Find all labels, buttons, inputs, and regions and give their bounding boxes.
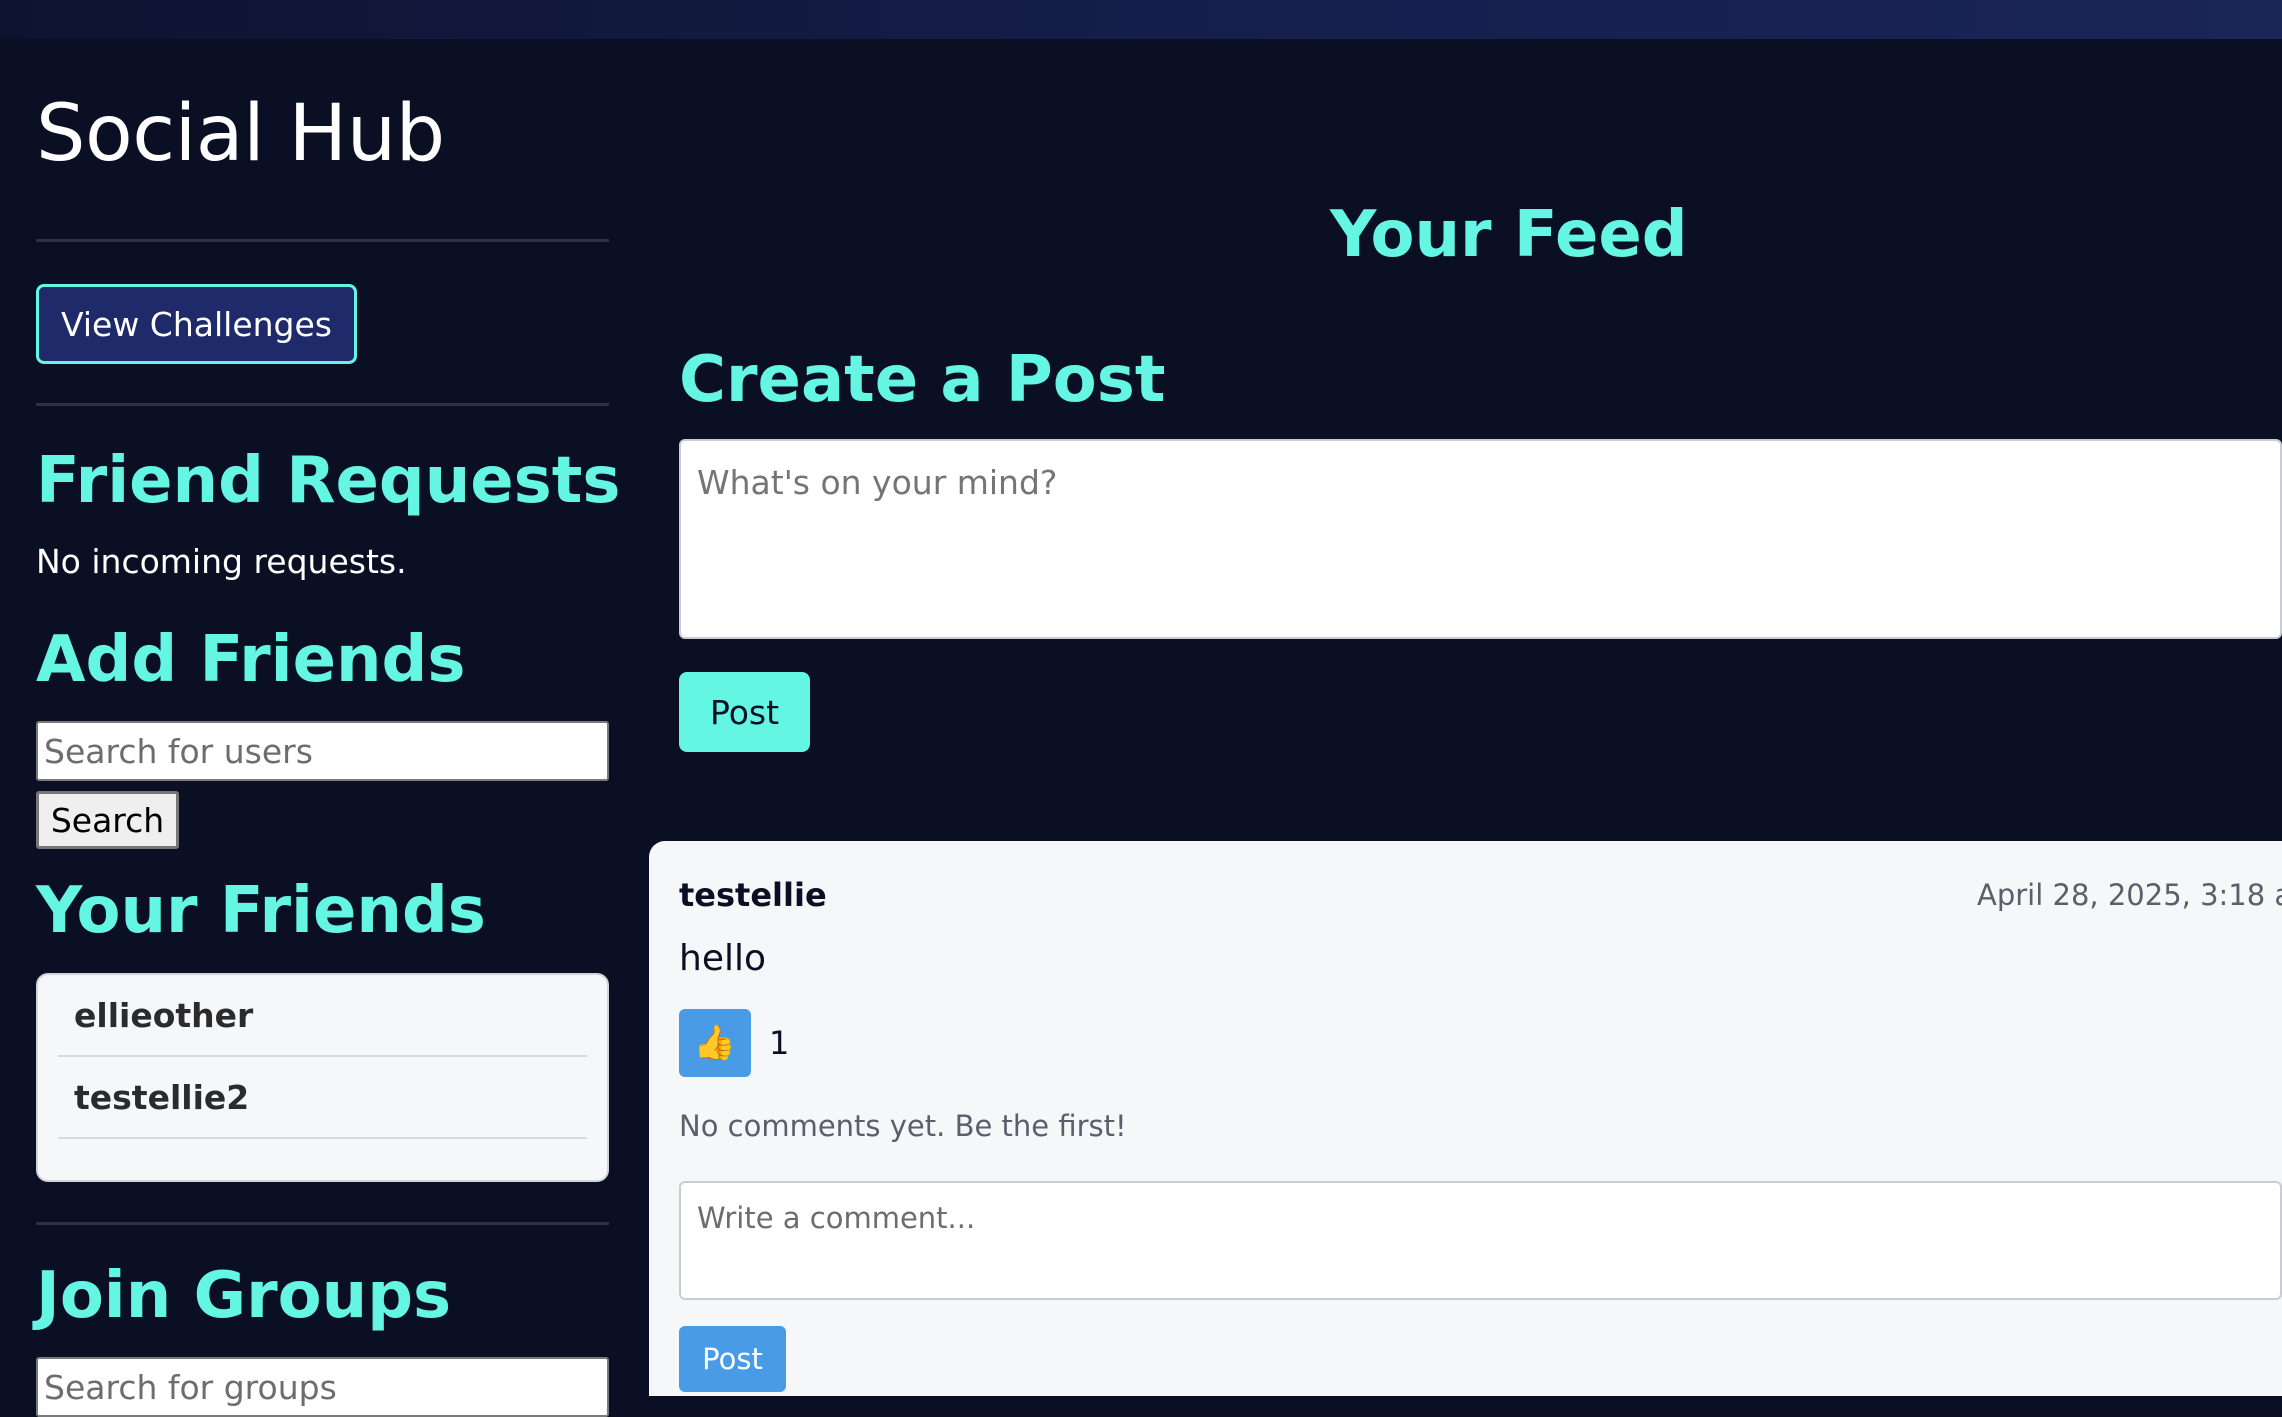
comment-post-button[interactable]: Post bbox=[679, 1326, 786, 1392]
your-friends-heading: Your Friends bbox=[36, 874, 486, 948]
like-count: 1 bbox=[769, 1024, 790, 1062]
divider bbox=[36, 1222, 609, 1225]
friend-requests-heading: Friend Requests bbox=[36, 444, 621, 518]
divider bbox=[36, 239, 609, 242]
top-bar bbox=[0, 0, 2282, 39]
create-post-button[interactable]: Post bbox=[679, 672, 810, 752]
divider bbox=[36, 403, 609, 406]
feed-title: Your Feed bbox=[1330, 198, 1688, 272]
no-comments-text: No comments yet. Be the first! bbox=[679, 1109, 1127, 1143]
view-challenges-button[interactable]: View Challenges bbox=[36, 284, 357, 364]
post-timestamp: April 28, 2025, 3:18 a.m bbox=[1977, 878, 2282, 912]
join-groups-heading: Join Groups bbox=[36, 1259, 452, 1333]
sidebar: Social Hub View Challenges Friend Reques… bbox=[36, 39, 620, 1417]
create-post-heading: Create a Post bbox=[679, 343, 1166, 417]
user-search-input[interactable] bbox=[36, 721, 609, 781]
group-search-input[interactable] bbox=[36, 1357, 609, 1417]
friend-requests-empty: No incoming requests. bbox=[36, 542, 407, 581]
app-title: Social Hub bbox=[36, 89, 445, 179]
comment-input[interactable] bbox=[679, 1181, 2282, 1300]
friend-item[interactable]: ellieother bbox=[58, 975, 587, 1057]
user-search-button[interactable]: Search bbox=[36, 791, 179, 849]
friend-item[interactable]: testellie2 bbox=[58, 1057, 587, 1139]
post-content: hello bbox=[679, 938, 766, 979]
friends-list: ellieother testellie2 bbox=[36, 973, 609, 1182]
add-friends-heading: Add Friends bbox=[36, 623, 466, 697]
like-button[interactable]: 👍 bbox=[679, 1009, 751, 1077]
post-author[interactable]: testellie bbox=[679, 876, 827, 914]
post-input[interactable] bbox=[679, 439, 2282, 639]
thumbs-up-icon: 👍 bbox=[693, 1024, 737, 1062]
post-card: testellie April 28, 2025, 3:18 a.m hello… bbox=[649, 841, 2282, 1396]
